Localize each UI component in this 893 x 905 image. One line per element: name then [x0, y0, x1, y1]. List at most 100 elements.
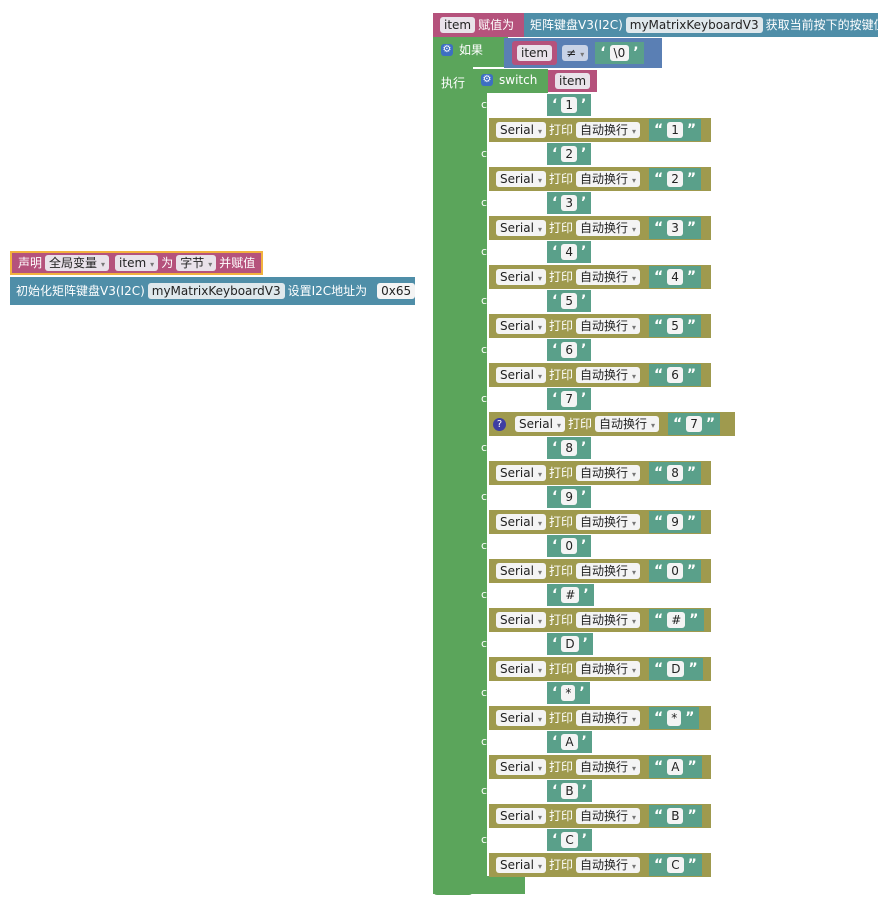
instance-field[interactable]: myMatrixKeyboardV3 — [147, 283, 285, 299]
serial-print-block[interactable]: Serial 打印 自动换行 “ 0 ” — [489, 559, 711, 583]
case-key-block[interactable]: ‘ 5 ’ — [547, 290, 592, 312]
case-key-block[interactable]: ‘ D ’ — [547, 633, 593, 655]
print-text-field[interactable]: 8 — [667, 465, 683, 481]
print-mode-dropdown[interactable]: 自动换行 — [576, 220, 641, 236]
print-text-block[interactable]: “ 9 ” — [649, 511, 702, 533]
case-key-field[interactable]: 6 — [561, 342, 577, 358]
case-key-block[interactable]: ‘ * ’ — [547, 682, 590, 704]
print-text-block[interactable]: “ 7 ” — [668, 413, 721, 435]
print-text-field[interactable]: D — [667, 661, 685, 677]
compare-op-dropdown[interactable]: ≠ — [562, 45, 589, 61]
print-text-field[interactable]: 7 — [686, 416, 702, 432]
case-key-field[interactable]: 9 — [561, 489, 577, 505]
serial-port-dropdown[interactable]: Serial — [496, 710, 546, 726]
print-text-field[interactable]: 0 — [667, 563, 683, 579]
serial-port-dropdown[interactable]: Serial — [496, 269, 546, 285]
declare-variable-block[interactable]: 声明 全局变量 item 为 字节 并赋值 — [10, 251, 264, 275]
compare-block[interactable]: item ≠ ‘ \0 ’ — [504, 38, 662, 68]
serial-print-block[interactable]: Serial 打印 自动换行 “ D ” — [489, 657, 711, 681]
serial-port-dropdown[interactable]: Serial — [496, 171, 546, 187]
case-key-block[interactable]: ‘ # ’ — [547, 584, 594, 606]
case-key-block[interactable]: ‘ 3 ’ — [547, 192, 592, 214]
serial-port-dropdown[interactable]: Serial — [496, 465, 546, 481]
print-mode-dropdown[interactable]: 自动换行 — [576, 465, 641, 481]
print-text-field[interactable]: C — [667, 857, 684, 873]
help-icon[interactable]: ? — [493, 417, 506, 431]
case-key-field[interactable]: 5 — [561, 293, 577, 309]
print-text-block[interactable]: “ # ” — [649, 609, 704, 631]
init-keyboard-block[interactable]: 初始化矩阵键盘V3(I2C) myMatrixKeyboardV3 设置I2C地… — [10, 277, 416, 305]
print-text-block[interactable]: “ 3 ” — [649, 217, 702, 239]
type-dropdown[interactable]: 字节 — [176, 255, 217, 271]
print-text-field[interactable]: 2 — [667, 171, 683, 187]
print-mode-dropdown[interactable]: 自动换行 — [576, 171, 641, 187]
serial-print-block[interactable]: Serial 打印 自动换行 “ 5 ” — [489, 314, 711, 338]
print-text-block[interactable]: “ 1 ” — [649, 119, 702, 141]
serial-port-dropdown[interactable]: Serial — [496, 808, 546, 824]
print-mode-dropdown[interactable]: 自动换行 — [576, 318, 641, 334]
print-mode-dropdown[interactable]: 自动换行 — [576, 661, 641, 677]
serial-port-dropdown[interactable]: Serial — [496, 220, 546, 236]
print-text-block[interactable]: “ * ” — [649, 707, 700, 729]
serial-print-block[interactable]: ? Serial 打印 自动换行 “ 7 ” — [489, 412, 735, 436]
case-key-block[interactable]: ‘ 1 ’ — [547, 94, 592, 116]
case-key-block[interactable]: ‘ 0 ’ — [547, 535, 592, 557]
case-key-field[interactable]: # — [561, 587, 580, 603]
keyboard-read-block[interactable]: 矩阵键盘V3(I2C) myMatrixKeyboardV3 获取当前按下的按键… — [524, 13, 886, 37]
assign-var-field[interactable]: item — [440, 17, 476, 33]
serial-port-dropdown[interactable]: Serial — [496, 563, 546, 579]
serial-print-block[interactable]: Serial 打印 自动换行 “ 8 ” — [489, 461, 711, 485]
serial-print-block[interactable]: Serial 打印 自动换行 “ # ” — [489, 608, 711, 632]
print-text-block[interactable]: “ B ” — [649, 805, 702, 827]
serial-print-block[interactable]: Serial 打印 自动换行 “ 1 ” — [489, 118, 711, 142]
case-key-field[interactable]: 0 — [561, 538, 577, 554]
print-mode-dropdown[interactable]: 自动换行 — [576, 759, 641, 775]
addr-field[interactable]: 0x65 — [377, 283, 416, 299]
serial-print-block[interactable]: Serial 打印 自动换行 “ 3 ” — [489, 216, 711, 240]
case-key-block[interactable]: ‘ A ’ — [547, 731, 592, 753]
serial-port-dropdown[interactable]: Serial — [496, 514, 546, 530]
print-text-field[interactable]: 3 — [667, 220, 683, 236]
serial-port-dropdown[interactable]: Serial — [496, 759, 546, 775]
print-mode-dropdown[interactable]: 自动换行 — [576, 122, 641, 138]
scope-dropdown[interactable]: 全局变量 — [45, 255, 110, 271]
switch-block-body[interactable] — [473, 69, 487, 887]
case-key-field[interactable]: A — [561, 734, 578, 750]
switch-block-footer[interactable] — [473, 876, 525, 886]
print-text-block[interactable]: “ 6 ” — [649, 364, 702, 386]
serial-port-dropdown[interactable]: Serial — [496, 661, 546, 677]
serial-print-block[interactable]: Serial 打印 自动换行 “ 6 ” — [489, 363, 711, 387]
case-key-field[interactable]: 7 — [561, 391, 577, 407]
serial-port-dropdown[interactable]: Serial — [496, 367, 546, 383]
switch-var-block[interactable]: item — [548, 70, 598, 92]
case-key-field[interactable]: 8 — [561, 440, 577, 456]
case-key-block[interactable]: ‘ 8 ’ — [547, 437, 592, 459]
print-text-block[interactable]: “ D ” — [649, 658, 703, 680]
serial-print-block[interactable]: Serial 打印 自动换行 “ B ” — [489, 804, 711, 828]
print-text-field[interactable]: 6 — [667, 367, 683, 383]
print-text-block[interactable]: “ C ” — [649, 854, 702, 876]
serial-port-dropdown[interactable]: Serial — [496, 318, 546, 334]
case-key-block[interactable]: ‘ 9 ’ — [547, 486, 592, 508]
switch-var-field[interactable]: item — [555, 73, 591, 89]
print-text-field[interactable]: 4 — [667, 269, 683, 285]
print-mode-dropdown[interactable]: 自动换行 — [595, 416, 660, 432]
compare-var-field[interactable]: item — [517, 45, 553, 61]
print-text-field[interactable]: B — [667, 808, 684, 824]
case-key-block[interactable]: ‘ 6 ’ — [547, 339, 592, 361]
serial-print-block[interactable]: Serial 打印 自动换行 “ 4 ” — [489, 265, 711, 289]
serial-print-block[interactable]: Serial 打印 自动换行 “ 2 ” — [489, 167, 711, 191]
case-key-field[interactable]: 2 — [561, 146, 577, 162]
print-text-block[interactable]: “ 2 ” — [649, 168, 702, 190]
case-key-field[interactable]: * — [561, 685, 576, 701]
print-mode-dropdown[interactable]: 自动换行 — [576, 514, 641, 530]
serial-print-block[interactable]: Serial 打印 自动换行 “ 9 ” — [489, 510, 711, 534]
serial-print-block[interactable]: Serial 打印 自动换行 “ A ” — [489, 755, 711, 779]
print-mode-dropdown[interactable]: 自动换行 — [576, 710, 641, 726]
print-text-field[interactable]: 9 — [667, 514, 683, 530]
print-mode-dropdown[interactable]: 自动换行 — [576, 808, 641, 824]
case-key-block[interactable]: ‘ 7 ’ — [547, 388, 592, 410]
print-text-block[interactable]: “ 5 ” — [649, 315, 702, 337]
gear-icon[interactable]: ⚙ — [481, 74, 493, 86]
print-mode-dropdown[interactable]: 自动换行 — [576, 857, 641, 873]
